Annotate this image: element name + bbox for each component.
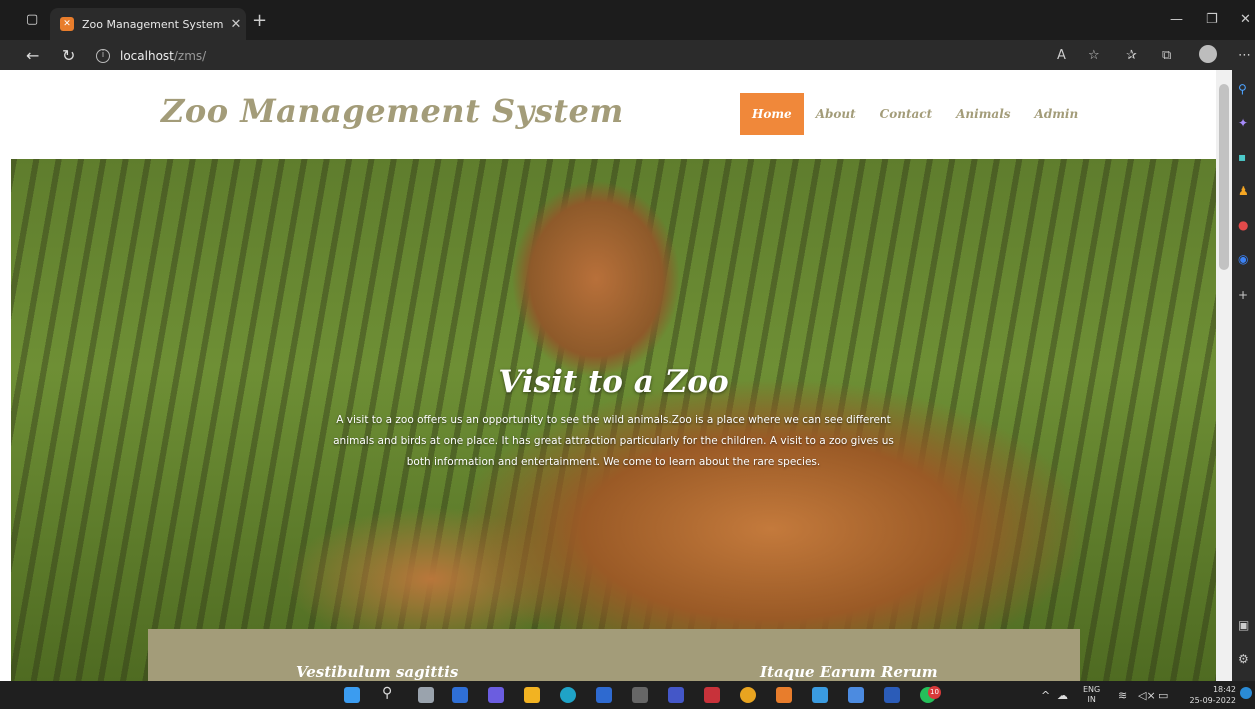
main-menu: Home About Contact Animals Admin (740, 93, 1090, 135)
favorites-icon[interactable]: ✰ (1126, 48, 1137, 63)
new-tab-button[interactable]: + (252, 10, 267, 31)
notification-icon[interactable] (1240, 687, 1252, 699)
close-window-icon[interactable]: ✕ (1240, 12, 1251, 27)
clock-time: 18:42 (1212, 685, 1236, 694)
menu-animals[interactable]: Animals (944, 93, 1022, 135)
outlook-icon[interactable]: ◉ (1238, 252, 1248, 266)
edge-icon[interactable] (560, 687, 576, 703)
menu-home[interactable]: Home (740, 93, 804, 135)
xampp-icon[interactable] (776, 687, 792, 703)
add-favorite-icon[interactable]: ☆ (1088, 48, 1100, 63)
site-brand[interactable]: Zoo Management System (161, 92, 624, 130)
word-icon[interactable] (884, 687, 900, 703)
tools-icon[interactable]: ▪ (1238, 150, 1246, 164)
add-sidebar-icon[interactable]: + (1238, 288, 1248, 302)
start-icon[interactable] (344, 687, 360, 703)
language-line1: ENG (1083, 685, 1101, 694)
menu-about[interactable]: About (804, 93, 868, 135)
hero-title: Visit to a Zoo (498, 364, 729, 400)
browser-tab-active[interactable]: ✕ Zoo Management System | Hom ✕ (50, 8, 246, 40)
url-field[interactable]: i localhost /zms/ (96, 45, 976, 67)
hero-tiger-banner: Visit to a Zoo A visit to a zoo offers u… (11, 159, 1216, 681)
info-panel: Vestibulum sagittis Itaque Earum Rerum (148, 629, 1080, 681)
panel-right-title: Itaque Earum Rerum (760, 663, 938, 681)
volume-icon[interactable]: ◁× (1138, 689, 1156, 702)
sparkle-icon[interactable]: ✦ (1238, 116, 1248, 130)
browser-icon[interactable] (812, 687, 828, 703)
tab-title: Zoo Management System | Hom (82, 17, 226, 31)
battery-icon[interactable]: ▭ (1158, 689, 1168, 702)
read-aloud-icon[interactable]: A (1057, 48, 1066, 63)
collections-icon[interactable]: ⧉ (1162, 48, 1171, 63)
panel-left-title: Vestibulum sagittis (296, 663, 459, 681)
windows-taskbar: ⚲ ^ ☁ ENG IN ≋ ◁× ▭ 18:42 25-09-2022 (0, 681, 1255, 709)
minimize-icon[interactable]: — (1170, 12, 1183, 27)
photos-icon[interactable] (848, 687, 864, 703)
tab-actions-icon[interactable]: ▢ (26, 12, 38, 27)
address-bar-row: ← ↻ i localhost /zms/ A ☆ ✰ ⧉ ⋯ (0, 40, 1255, 70)
restore-icon[interactable]: ❐ (1206, 12, 1218, 27)
hide-sidebar-icon[interactable]: ▣ (1238, 618, 1249, 632)
show-hidden-icons[interactable]: ^ (1041, 689, 1050, 702)
sidebar-settings-icon[interactable]: ⚙ (1238, 652, 1249, 666)
browser-tab-bar: ▢ ✕ Zoo Management System | Hom ✕ + — ❐ … (0, 0, 1255, 40)
page-scrollbar-thumb[interactable] (1219, 84, 1229, 270)
wifi-icon[interactable]: ≋ (1118, 689, 1127, 702)
url-host: localhost (120, 49, 174, 63)
site-info-icon[interactable]: i (96, 49, 110, 63)
xampp-favicon-icon: ✕ (60, 17, 74, 31)
games-icon[interactable]: ♟ (1238, 184, 1249, 198)
menu-contact[interactable]: Contact (868, 93, 944, 135)
edge-sidebar: ⚲ ✦ ▪ ♟ ● ◉ + ▣ ⚙ (1232, 70, 1255, 681)
language-indicator[interactable]: ENG IN (1083, 685, 1100, 705)
widgets-icon[interactable] (452, 687, 468, 703)
refresh-icon[interactable]: ↻ (62, 46, 75, 65)
file-explorer-icon[interactable] (524, 687, 540, 703)
clock[interactable]: 18:42 25-09-2022 (1180, 684, 1237, 706)
store-icon[interactable] (596, 687, 612, 703)
weather-icon[interactable]: ☁ (1057, 689, 1068, 702)
site-header: Zoo Management System Home About Contact… (11, 70, 1216, 159)
more-options-icon[interactable]: ⋯ (1238, 48, 1251, 63)
task-view-icon[interactable] (418, 687, 434, 703)
search-taskbar-icon[interactable]: ⚲ (382, 685, 398, 701)
mcafee-icon[interactable] (704, 687, 720, 703)
vscode-icon[interactable] (668, 687, 684, 703)
whatsapp-badge: 10 (928, 686, 941, 699)
clock-date: 25-09-2022 (1189, 696, 1237, 705)
app-icon[interactable] (632, 687, 648, 703)
chat-icon[interactable] (488, 687, 504, 703)
hero-description: A visit to a zoo offers us an opportunit… (333, 414, 894, 468)
menu-admin[interactable]: Admin (1023, 93, 1091, 135)
search-icon[interactable]: ⚲ (1238, 82, 1247, 96)
hero-content: Visit to a Zoo A visit to a zoo offers u… (11, 364, 1216, 473)
back-arrow-icon[interactable]: ← (26, 46, 39, 65)
profile-avatar[interactable] (1199, 45, 1217, 63)
language-line2: IN (1087, 695, 1096, 704)
office-icon[interactable]: ● (1238, 218, 1248, 232)
url-path: /zms/ (173, 49, 207, 63)
chrome-icon[interactable] (740, 687, 756, 703)
tab-close-icon[interactable]: ✕ (226, 17, 246, 32)
